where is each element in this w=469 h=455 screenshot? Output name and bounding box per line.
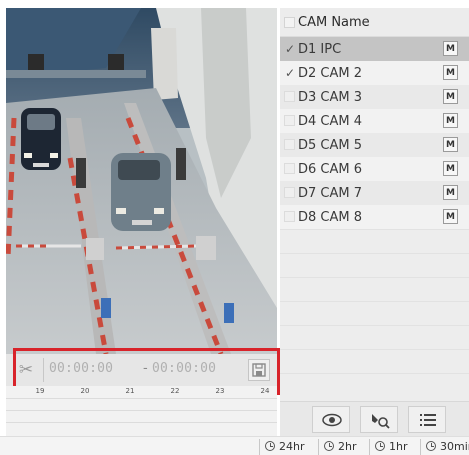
channel-name: D8 CAM 8: [298, 210, 363, 225]
channel-row[interactable]: D6 CAM 6 M: [280, 157, 469, 181]
main-stream-badge[interactable]: M: [443, 89, 458, 104]
channel-row[interactable]: D4 CAM 4 M: [280, 109, 469, 133]
channel-row[interactable]: D8 CAM 8 M: [280, 205, 469, 229]
list-icon: [420, 414, 436, 426]
scale-1hr[interactable]: 1hr: [369, 439, 408, 455]
save-icon: [252, 363, 266, 377]
car-dark: [21, 108, 61, 170]
search-tools-icon: [372, 414, 390, 429]
main-stream-badge[interactable]: M: [443, 209, 458, 224]
empty-channel-row: [280, 301, 469, 325]
main-stream-badge[interactable]: M: [443, 65, 458, 80]
channel-checkbox[interactable]: ✓: [284, 43, 296, 55]
channel-name: D3 CAM 3: [298, 90, 363, 105]
cam-name-header: CAM Name: [298, 15, 370, 30]
clock-icon: [265, 441, 275, 451]
scale-30min[interactable]: 30min: [420, 439, 469, 455]
channel-checkbox[interactable]: [284, 211, 295, 222]
timeline-tick-label: 19: [35, 387, 45, 395]
empty-channel-row: [280, 325, 469, 349]
preview-button[interactable]: [312, 406, 350, 433]
scale-2hr[interactable]: 2hr: [318, 439, 357, 455]
clip-start-time[interactable]: 00:00:00: [49, 361, 113, 376]
timeline-tick-label: 24: [260, 387, 270, 395]
playback-screen: ✂ 00:00:00 - 00:00:00 19 20 21 22 23 24 CAM N…: [0, 0, 469, 455]
smart-search-button[interactable]: [360, 406, 398, 433]
channel-checkbox[interactable]: [284, 187, 295, 198]
parking-garage-scene: [6, 8, 277, 354]
channel-row[interactable]: ✓ D1 IPC M: [280, 37, 469, 61]
empty-channel-row: [280, 277, 469, 301]
empty-channel-row: [280, 229, 469, 253]
channel-checkbox[interactable]: ✓: [284, 67, 296, 79]
timeline[interactable]: 19 20 21 22 23 24: [6, 386, 277, 436]
channel-name: D5 CAM 5: [298, 138, 363, 153]
select-all-checkbox[interactable]: [284, 17, 295, 28]
clock-icon: [426, 441, 436, 451]
main-stream-badge[interactable]: M: [443, 185, 458, 200]
channel-row[interactable]: D5 CAM 5 M: [280, 133, 469, 157]
channel-name: D4 CAM 4: [298, 114, 363, 129]
save-clip-button[interactable]: [248, 359, 270, 381]
clip-separator: [43, 358, 44, 382]
channel-name: D1 IPC: [298, 42, 342, 57]
main-stream-badge[interactable]: M: [443, 161, 458, 176]
empty-channel-row: [280, 349, 469, 373]
empty-channel-row: [280, 253, 469, 277]
clock-icon: [324, 441, 334, 451]
channel-name: D2 CAM 2: [298, 66, 363, 81]
channel-list: CAM Name ✓ D1 IPC M ✓ D2 CAM 2 M D3 CAM 3 M D4 C…: [280, 8, 469, 401]
eye-icon: [322, 413, 342, 427]
channel-checkbox[interactable]: [284, 163, 295, 174]
channel-checkbox[interactable]: [284, 115, 295, 126]
main-stream-badge[interactable]: M: [443, 137, 458, 152]
scale-24hr[interactable]: 24hr: [259, 439, 305, 455]
clock-icon: [375, 441, 385, 451]
timeline-tick-label: 20: [80, 387, 90, 395]
timeline-ticks: 19 20 21 22 23 24: [6, 386, 277, 398]
timeline-tick-label: 22: [170, 387, 180, 395]
scissors-icon[interactable]: ✂: [14, 359, 38, 381]
clip-time-separator: -: [143, 361, 148, 376]
empty-channel-row: [280, 373, 469, 397]
channel-row[interactable]: D7 CAM 7 M: [280, 181, 469, 205]
main-stream-badge[interactable]: M: [443, 113, 458, 128]
timeline-tick-label: 21: [125, 387, 135, 395]
channel-row[interactable]: D3 CAM 3 M: [280, 85, 469, 109]
channel-row[interactable]: ✓ D2 CAM 2 M: [280, 61, 469, 85]
channel-name: D7 CAM 7: [298, 186, 363, 201]
main-stream-badge[interactable]: M: [443, 41, 458, 56]
clip-end-time[interactable]: 00:00:00: [152, 361, 216, 376]
channel-name: D6 CAM 6: [298, 162, 363, 177]
car-grey: [111, 153, 171, 231]
channel-checkbox[interactable]: [284, 139, 295, 150]
clip-bar: ✂ 00:00:00 - 00:00:00: [6, 354, 277, 386]
action-toolbar: [280, 401, 469, 436]
timeline-tick-label: 23: [215, 387, 225, 395]
camera-video-view[interactable]: [6, 8, 277, 354]
time-scale-bar: 24hr 2hr 1hr 30min: [0, 436, 469, 455]
file-list-button[interactable]: [408, 406, 446, 433]
channel-checkbox[interactable]: [284, 91, 295, 102]
channel-list-header: CAM Name: [280, 8, 469, 37]
